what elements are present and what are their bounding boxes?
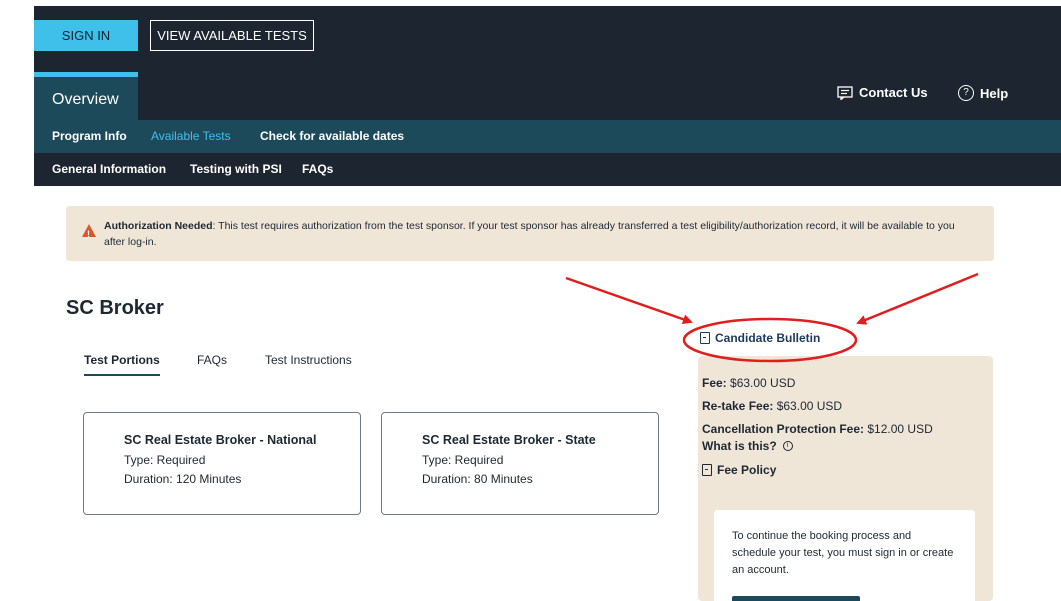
document-icon <box>700 332 710 344</box>
secondary-nav: General Information Testing with PSI FAQ… <box>34 153 1061 186</box>
cancellation-fee-value: $12.00 USD <box>864 422 933 436</box>
cancellation-fee-label: Cancellation Protection Fee: <box>702 422 865 436</box>
retake-fee-row: Re-take Fee: $63.00 USD <box>702 399 993 413</box>
nav-available-tests[interactable]: Available Tests <box>151 120 231 153</box>
cancellation-fee-row: Cancellation Protection Fee: $12.00 USD <box>702 422 993 436</box>
nav-general-information[interactable]: General Information <box>52 153 166 186</box>
help-link[interactable]: ? Help <box>958 85 1008 101</box>
nav-program-info[interactable]: Program Info <box>52 120 127 153</box>
chat-icon <box>837 85 853 100</box>
document-icon <box>702 464 712 476</box>
overview-label: Overview <box>52 91 119 108</box>
fee-policy-link[interactable]: Fee Policy <box>702 463 993 477</box>
test-card-national: SC Real Estate Broker - National Type: R… <box>83 412 361 515</box>
card-type: Type: Required <box>422 453 504 467</box>
help-label: Help <box>980 85 1009 101</box>
contact-us-link[interactable]: Contact Us <box>837 85 928 100</box>
contact-us-label: Contact Us <box>859 85 928 100</box>
alert-title: Authorization Needed <box>104 220 213 232</box>
candidate-bulletin-link[interactable]: Candidate Bulletin <box>700 331 820 345</box>
signin-prompt-button[interactable] <box>732 596 860 601</box>
card-duration: Duration: 120 Minutes <box>124 472 242 486</box>
fee-value: $63.00 USD <box>726 376 796 390</box>
fee-policy-label: Fee Policy <box>717 463 777 477</box>
tab-overview[interactable]: Overview <box>34 72 138 120</box>
card-duration: Duration: 80 Minutes <box>422 472 533 486</box>
annotation-arrow-right <box>856 272 979 325</box>
candidate-bulletin-label: Candidate Bulletin <box>715 331 821 345</box>
nav-check-dates[interactable]: Check for available dates <box>260 120 404 153</box>
signin-message: To continue the booking process and sche… <box>732 530 954 576</box>
retake-fee-value: $63.00 USD <box>773 399 843 413</box>
tab-test-portions[interactable]: Test Portions <box>84 353 160 376</box>
question-circle-icon: ? <box>958 85 974 101</box>
primary-nav: Program Info Available Tests Check for a… <box>34 120 1061 153</box>
what-is-this-label: What is this? <box>702 439 777 453</box>
top-header: SIGN IN VIEW AVAILABLE TESTS Overview Co… <box>34 6 1061 120</box>
nav-faqs[interactable]: FAQs <box>302 153 333 186</box>
alert-message: : This test requires authorization from … <box>104 220 955 248</box>
page-title: SC Broker <box>66 297 164 319</box>
card-type: Type: Required <box>124 453 206 467</box>
annotation-arrow-left <box>565 276 693 325</box>
info-icon: i <box>782 441 793 451</box>
fee-row: Fee: $63.00 USD <box>702 376 993 390</box>
signin-prompt-box: To continue the booking process and sche… <box>714 510 975 601</box>
card-title: SC Real Estate Broker - National <box>124 433 317 447</box>
tab-faqs[interactable]: FAQs <box>197 353 227 367</box>
view-available-tests-button[interactable]: VIEW AVAILABLE TESTS <box>150 20 314 51</box>
sign-in-button[interactable]: SIGN IN <box>34 20 138 51</box>
nav-testing-with-psi[interactable]: Testing with PSI <box>190 153 282 186</box>
test-card-state: SC Real Estate Broker - State Type: Requ… <box>381 412 659 515</box>
what-is-this-link[interactable]: What is this? i <box>702 439 993 453</box>
authorization-alert: Authorization Needed: This test requires… <box>66 206 994 261</box>
tab-test-instructions[interactable]: Test Instructions <box>265 353 352 367</box>
card-title: SC Real Estate Broker - State <box>422 433 596 447</box>
warning-icon <box>82 224 96 242</box>
retake-fee-label: Re-take Fee: <box>702 399 774 413</box>
fee-label: Fee: <box>702 376 727 390</box>
